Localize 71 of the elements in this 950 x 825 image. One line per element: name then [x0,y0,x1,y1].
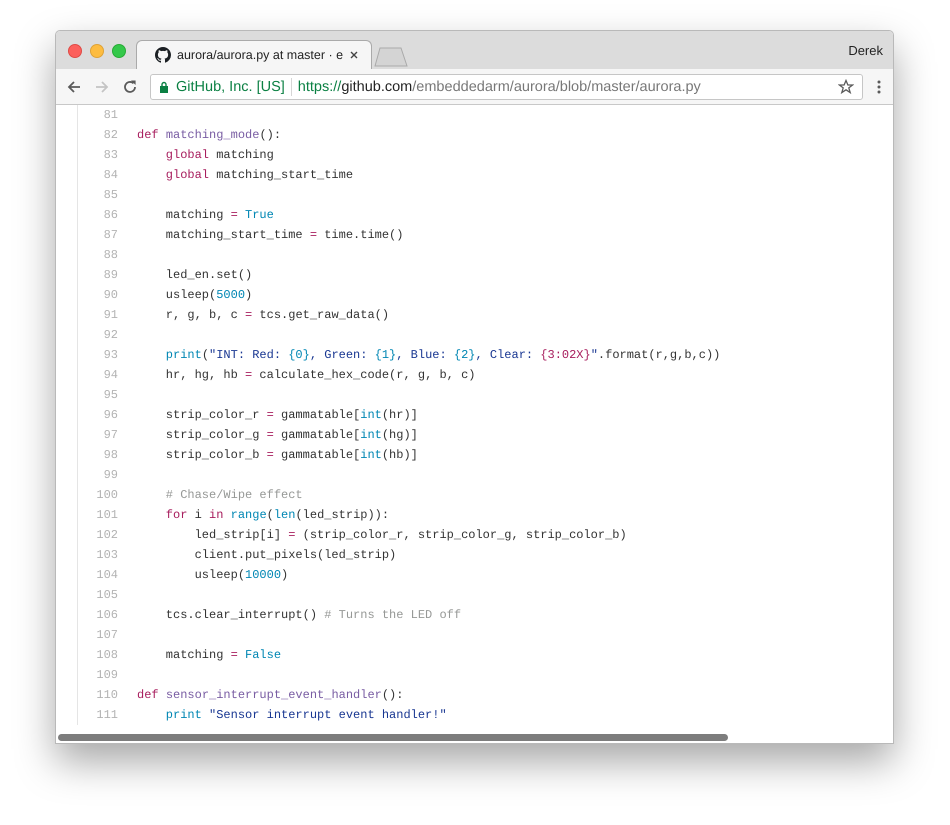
close-window-icon[interactable] [68,44,82,58]
line-number: 97 [102,428,118,442]
code-line: def sensor_interrupt_event_handler(): [137,688,404,702]
line-number: 111 [95,708,118,722]
code-line: # Chase/Wipe effect [164,488,303,502]
line-number: 91 [102,308,118,322]
code-line: def matching_mode(): [137,128,282,142]
code-line: strip_color_r = gammatable[int(hr)] [164,408,418,422]
menu-icon[interactable] [877,78,881,94]
line-number: 89 [102,268,118,282]
code-line: hr, hg, hb = calculate_hex_code(r, g, b, c) [164,368,476,382]
reload-icon[interactable] [122,78,138,94]
code-line: global matching_start_time [164,168,354,182]
line-number: 85 [102,188,118,202]
line-number: 105 [95,588,118,602]
line-number: 103 [95,548,118,562]
code-line: strip_color_g = gammatable[int(hg)] [164,428,418,442]
line-number: 88 [102,248,118,262]
line-number: 92 [102,328,118,342]
code-line: usleep(10000) [194,568,288,582]
code-line: r, g, b, c = tcs.get_raw_data() [164,308,390,322]
code-line: global matching [164,148,274,162]
line-number: 95 [102,388,118,402]
code-line: usleep(5000) [164,288,252,302]
code-line: matching = True [164,208,274,222]
code-line: for i in range(len(led_strip)): [164,508,390,522]
line-number: 104 [95,568,118,582]
line-number: 100 [95,488,118,502]
line-number: 98 [102,448,118,462]
line-number: 99 [102,468,118,482]
line-number: 96 [102,408,118,422]
line-number: 84 [102,168,118,182]
code-line: matching = False [164,648,282,662]
line-number: 93 [102,348,118,362]
code-line: led_strip[i] = (strip_color_r, strip_color_g, strip_color_b) [194,528,627,542]
horizontal-scrollbar[interactable] [58,734,728,741]
back-icon[interactable] [66,78,82,94]
code-line: print("INT: Red: {0}, Green: {1}, Blue: {2}, Clear: {3:02X}".format(r,g,b,c)) [164,348,720,362]
line-number: 86 [102,208,118,222]
minimize-window-icon[interactable] [90,44,104,58]
new-tab-button[interactable] [374,47,408,67]
line-number: 101 [95,508,118,522]
zoom-window-icon[interactable] [112,44,126,58]
line-number: 90 [102,288,118,302]
line-number: 108 [95,648,118,662]
code-line: strip_color_b = gammatable[int(hb)] [164,448,418,462]
line-number: 81 [102,108,118,122]
line-number: 110 [95,688,118,702]
security-label: GitHub, Inc. [US] [176,78,285,94]
octocat-icon [155,47,171,63]
code-line: led_en.set() [164,268,252,282]
star-icon[interactable] [838,78,854,94]
line-number: 109 [95,668,118,682]
code-line: matching_start_time = time.time() [164,228,404,242]
line-number: 87 [102,228,118,242]
line-number: 82 [102,128,118,142]
profile-name[interactable]: Derek [848,43,883,58]
browser-tab[interactable]: aurora/aurora.py at master · e [136,40,372,69]
code-line: print "Sensor interrupt event handler!" [164,708,447,722]
code-line: client.put_pixels(led_strip) [194,548,396,562]
line-number: 107 [95,628,118,642]
line-number: 102 [95,528,118,542]
line-number: 94 [102,368,118,382]
line-number: 106 [95,608,118,622]
address-bar[interactable]: GitHub, Inc. [US] https://github.com/embeddedarm/aurora/blob/master/aurora.py [150,74,863,100]
url-text: https://github.com/embeddedarm/aurora/blob/master/aurora.py [298,78,702,94]
tab-title: aurora/aurora.py at master · e [177,48,344,62]
line-number: 83 [102,148,118,162]
code-line: tcs.clear_interrupt() # Turns the LED off [164,608,462,622]
lock-icon [159,80,169,92]
close-icon[interactable] [349,50,360,60]
